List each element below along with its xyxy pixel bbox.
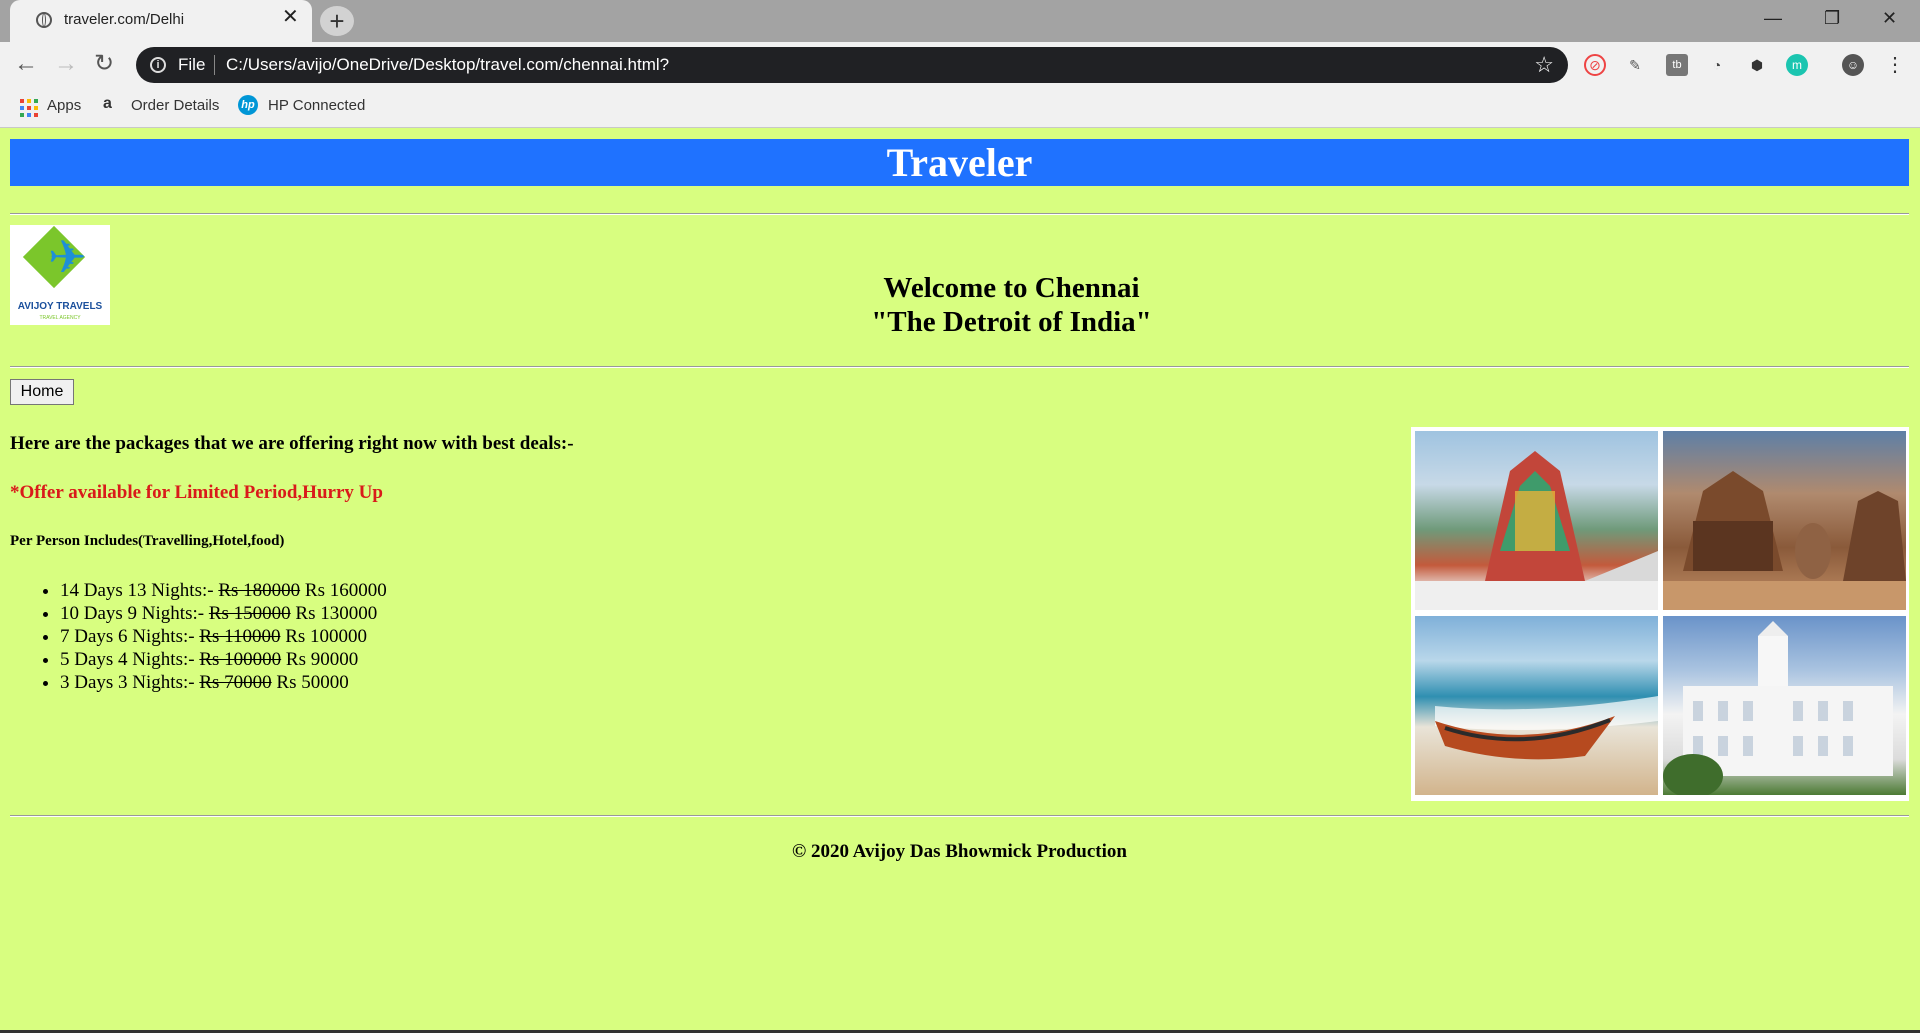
marina-beach-boat-photo: [1415, 616, 1658, 795]
tab-strip: traveler.com/Delhi ✕ + — ❐ ✕: [0, 0, 1920, 42]
packages-list: 14 Days 13 Nights:- Rs 180000 Rs 160000 …: [20, 579, 387, 694]
site-banner-title: Traveler: [10, 139, 1909, 186]
welcome-line-1: Welcome to Chennai: [883, 272, 1140, 304]
chennai-photo-collage: [1411, 427, 1909, 801]
browser-tab[interactable]: traveler.com/Delhi ✕: [10, 0, 312, 42]
home-button[interactable]: Home: [10, 379, 74, 405]
tab-title: traveler.com/Delhi: [64, 11, 185, 28]
forward-arrow-icon[interactable]: →: [54, 51, 78, 77]
bookmarks-bar: Apps a Order Details hp HP Connected: [0, 87, 1920, 128]
offer-notice: *Offer available for Limited Period,Hurr…: [10, 482, 383, 503]
extension-gauge-icon[interactable]: ◔: [1706, 54, 1728, 76]
url-scheme-label: File: [178, 55, 206, 74]
divider: [10, 815, 1909, 817]
window-close-icon[interactable]: ✕: [1882, 8, 1897, 29]
bookmark-hp-connected[interactable]: HP Connected: [268, 97, 365, 114]
welcome-line-2: "The Detroit of India": [871, 306, 1152, 338]
includes-note: Per Person Includes(Travelling,Hotel,foo…: [10, 533, 285, 549]
list-item: 14 Days 13 Nights:- Rs 180000 Rs 160000: [60, 579, 387, 602]
bookmark-order-details[interactable]: Order Details: [131, 97, 219, 114]
globe-icon: [36, 12, 52, 28]
temple-gopuram-photo: [1415, 431, 1658, 610]
info-icon[interactable]: i: [150, 57, 166, 73]
list-item: 7 Days 6 Nights:- Rs 110000 Rs 100000: [60, 625, 387, 648]
web-page: Traveler ✈ AVIJOY TRAVELS TRAVEL AGENCY …: [0, 128, 1920, 1033]
address-bar[interactable]: i File C:/Users/avijo/OneDrive/Desktop/t…: [136, 47, 1568, 83]
restore-icon[interactable]: ❐: [1824, 8, 1840, 29]
hp-icon: hp: [238, 95, 258, 115]
apps-grid-icon[interactable]: [20, 99, 38, 117]
extension-cube-icon[interactable]: ⬢: [1746, 54, 1768, 76]
star-icon[interactable]: ☆: [1534, 52, 1554, 78]
extension-tb-icon[interactable]: tb: [1666, 54, 1688, 76]
profile-icon[interactable]: ☺: [1842, 54, 1864, 76]
mahabalipuram-temple-photo: [1663, 431, 1906, 610]
extension-brush-icon[interactable]: ✎: [1624, 54, 1646, 76]
welcome-heading: Welcome to Chennai "The Detroit of India…: [12, 271, 1920, 339]
browser-toolbar: ← → ↻ i File C:/Users/avijo/OneDrive/Des…: [0, 42, 1920, 87]
reload-icon[interactable]: ↻: [94, 51, 114, 77]
divider: [10, 366, 1909, 368]
list-item: 3 Days 3 Nights:- Rs 70000 Rs 50000: [60, 671, 387, 694]
url-text[interactable]: C:/Users/avijo/OneDrive/Desktop/travel.c…: [226, 55, 669, 75]
copyright-footer: © 2020 Avijoy Das Bhowmick Production: [792, 841, 1127, 862]
amazon-icon: a: [103, 95, 112, 112]
divider: [214, 55, 215, 75]
back-arrow-icon[interactable]: ←: [14, 51, 38, 77]
new-tab-button[interactable]: +: [320, 6, 354, 36]
bookmark-apps[interactable]: Apps: [47, 97, 81, 114]
list-item: 5 Days 4 Nights:- Rs 100000 Rs 90000: [60, 648, 387, 671]
extension-m-icon[interactable]: m: [1786, 54, 1808, 76]
minimize-icon[interactable]: —: [1764, 8, 1782, 29]
packages-intro: Here are the packages that we are offeri…: [10, 433, 574, 454]
menu-dots-icon[interactable]: ⋮: [1884, 54, 1906, 76]
list-item: 10 Days 9 Nights:- Rs 150000 Rs 130000: [60, 602, 387, 625]
extension-block-icon[interactable]: ⊘: [1584, 54, 1606, 76]
ripon-building-photo: [1663, 616, 1906, 795]
divider: [10, 213, 1909, 215]
close-icon[interactable]: ✕: [282, 7, 299, 27]
